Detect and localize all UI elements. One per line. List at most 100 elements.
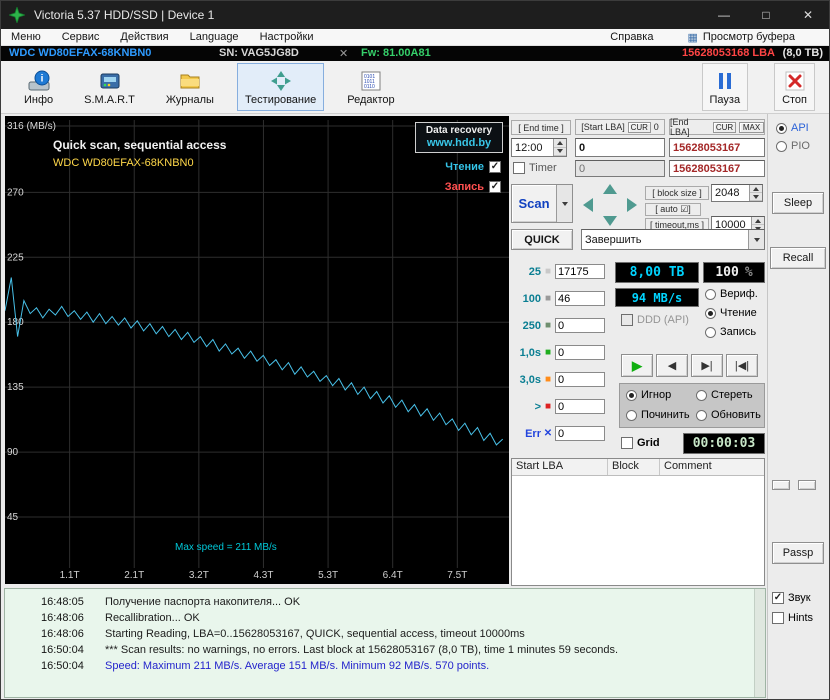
scan-dropdown-arrow[interactable] <box>556 185 572 222</box>
mode-verify-option[interactable]: Вериф. <box>705 288 758 300</box>
sound-checkbox[interactable] <box>772 592 784 604</box>
block-size-spinner[interactable] <box>749 185 762 201</box>
bucket-marker-icon: ■ <box>541 402 555 412</box>
counter-row: 1,0s■0 <box>511 345 605 360</box>
auto-option[interactable]: [ auto ☑] <box>645 203 701 216</box>
end-lba-input[interactable]: 15628053167 <box>669 138 765 157</box>
toolbar-logs-button[interactable]: Журналы <box>158 63 222 111</box>
menu-help[interactable]: Справка <box>610 31 653 43</box>
jump-forward-button[interactable]: ▶| <box>691 354 723 377</box>
block-size-combo[interactable]: 2048 <box>711 184 763 202</box>
menu-language[interactable]: Language <box>190 31 239 43</box>
device-model[interactable]: WDC WD80EFAX-68KNBN0 <box>9 47 151 59</box>
action-refresh-option[interactable]: Обновить <box>696 409 761 421</box>
action-erase-radio[interactable] <box>696 390 707 401</box>
nav-right-icon[interactable] <box>627 198 637 212</box>
test-controls-panel: [ End time ] [Start LBA] CUR 0 [End LBA]… <box>511 116 766 586</box>
api-radio[interactable] <box>776 123 787 134</box>
scan-button-label: Scan <box>512 196 556 211</box>
info-icon: i <box>27 69 51 93</box>
toolbar-editor-button[interactable]: 010110110110 Редактор <box>339 63 402 111</box>
menu-main[interactable]: Меню <box>11 31 41 43</box>
legend-read-checkbox[interactable] <box>489 161 501 173</box>
defect-table-body[interactable] <box>512 476 764 586</box>
log-timestamp: 16:48:06 <box>41 628 93 640</box>
menu-buffer-view[interactable]: Просмотр буфера <box>703 31 795 43</box>
rewind-button[interactable]: |◀| <box>726 354 758 377</box>
pause-icon <box>713 69 737 93</box>
quick-button[interactable]: QUICK <box>511 229 573 250</box>
grid-option[interactable]: Grid <box>621 437 660 449</box>
menu-service[interactable]: Сервис <box>62 31 100 43</box>
pio-radio[interactable] <box>776 141 787 152</box>
legend-write: Запись <box>445 181 501 193</box>
start-lba-input[interactable]: 0 <box>575 138 665 157</box>
mini-button-1[interactable] <box>772 480 790 490</box>
hints-option[interactable]: Hints <box>772 612 813 624</box>
action-ignore-radio[interactable] <box>626 390 637 401</box>
recall-button[interactable]: Recall <box>770 247 826 269</box>
action-repair-radio[interactable] <box>626 410 637 421</box>
svg-text:7.5T: 7.5T <box>447 570 467 581</box>
nav-left-icon[interactable] <box>583 198 593 212</box>
toolbar-smart-button[interactable]: S.M.A.R.T <box>76 63 143 111</box>
menu-settings[interactable]: Настройки <box>260 31 314 43</box>
finish-combo[interactable]: Завершить <box>581 229 765 250</box>
action-ignore-option[interactable]: Игнор <box>626 389 671 401</box>
log-line: 16:48:06Recallibration... OK <box>5 610 765 626</box>
nav-arrows[interactable] <box>581 182 639 228</box>
api-option[interactable]: API <box>776 122 809 134</box>
hints-checkbox[interactable] <box>772 612 784 624</box>
log-scrollbar[interactable] <box>754 589 765 697</box>
max-speed-annotation: Max speed = 211 MB/s <box>175 542 277 553</box>
ddd-checkbox[interactable] <box>621 314 633 326</box>
passp-button[interactable]: Passp <box>772 542 824 564</box>
elapsed-time-lcd: 00:00:03 <box>683 433 765 454</box>
action-repair-option[interactable]: Починить <box>626 409 690 421</box>
nav-down-icon[interactable] <box>603 216 617 226</box>
sleep-button[interactable]: Sleep <box>772 192 824 214</box>
jump-back-button[interactable]: ◀ <box>656 354 688 377</box>
start-test-button[interactable]: ▶ <box>621 354 653 377</box>
end-time-spinner[interactable] <box>553 139 566 156</box>
start-lba-cur-button[interactable]: CUR <box>628 122 651 133</box>
grid-checkbox[interactable] <box>621 437 633 449</box>
end-lba-input-2[interactable]: 15628053167 <box>669 160 765 177</box>
action-refresh-radio[interactable] <box>696 410 707 421</box>
stop-button[interactable]: Стоп <box>774 63 815 111</box>
mode-write-radio[interactable] <box>705 327 716 338</box>
mode-write-option[interactable]: Запись <box>705 326 756 338</box>
svg-text:1.1T: 1.1T <box>60 570 80 581</box>
device-close-icon[interactable]: ✕ <box>339 47 348 60</box>
maximize-button[interactable]: □ <box>745 1 787 29</box>
finish-dropdown-arrow[interactable] <box>748 230 764 249</box>
timer-option[interactable]: Timer <box>513 162 557 174</box>
end-lba-cur-button[interactable]: CUR <box>713 122 736 133</box>
ddd-option[interactable]: DDD (API) <box>621 314 689 326</box>
mode-read-option[interactable]: Чтение <box>705 307 757 319</box>
end-time-input[interactable]: 12:00 <box>511 138 567 157</box>
sound-option[interactable]: Звук <box>772 592 811 604</box>
speed-lcd: 94 MB/s <box>615 288 699 307</box>
toolbar-info-button[interactable]: i Инфо <box>16 63 61 111</box>
timer-input[interactable]: 0 <box>575 160 665 177</box>
side-strip: API PIO Sleep Recall Passp Звук Hints <box>767 114 830 700</box>
mode-read-radio[interactable] <box>705 308 716 319</box>
pause-button[interactable]: Пауза <box>702 63 749 111</box>
toolbar-test-button[interactable]: Тестирование <box>237 63 324 111</box>
pio-option[interactable]: PIO <box>776 140 810 152</box>
close-button[interactable]: ✕ <box>787 1 829 29</box>
end-lba-max-button[interactable]: MAX <box>739 122 764 133</box>
menu-actions[interactable]: Действия <box>120 31 168 43</box>
scan-button[interactable]: Scan <box>511 184 573 223</box>
legend-write-checkbox[interactable] <box>489 181 501 193</box>
nav-up-icon[interactable] <box>603 184 617 194</box>
device-size: (8,0 ТВ) <box>783 47 823 59</box>
legend-read: Чтение <box>445 161 501 173</box>
timer-checkbox[interactable] <box>513 162 525 174</box>
mini-button-2[interactable] <box>798 480 816 490</box>
mode-verify-radio[interactable] <box>705 289 716 300</box>
minimize-button[interactable]: — <box>703 1 745 29</box>
svg-text:4.3T: 4.3T <box>253 570 273 581</box>
action-erase-option[interactable]: Стереть <box>696 389 753 401</box>
